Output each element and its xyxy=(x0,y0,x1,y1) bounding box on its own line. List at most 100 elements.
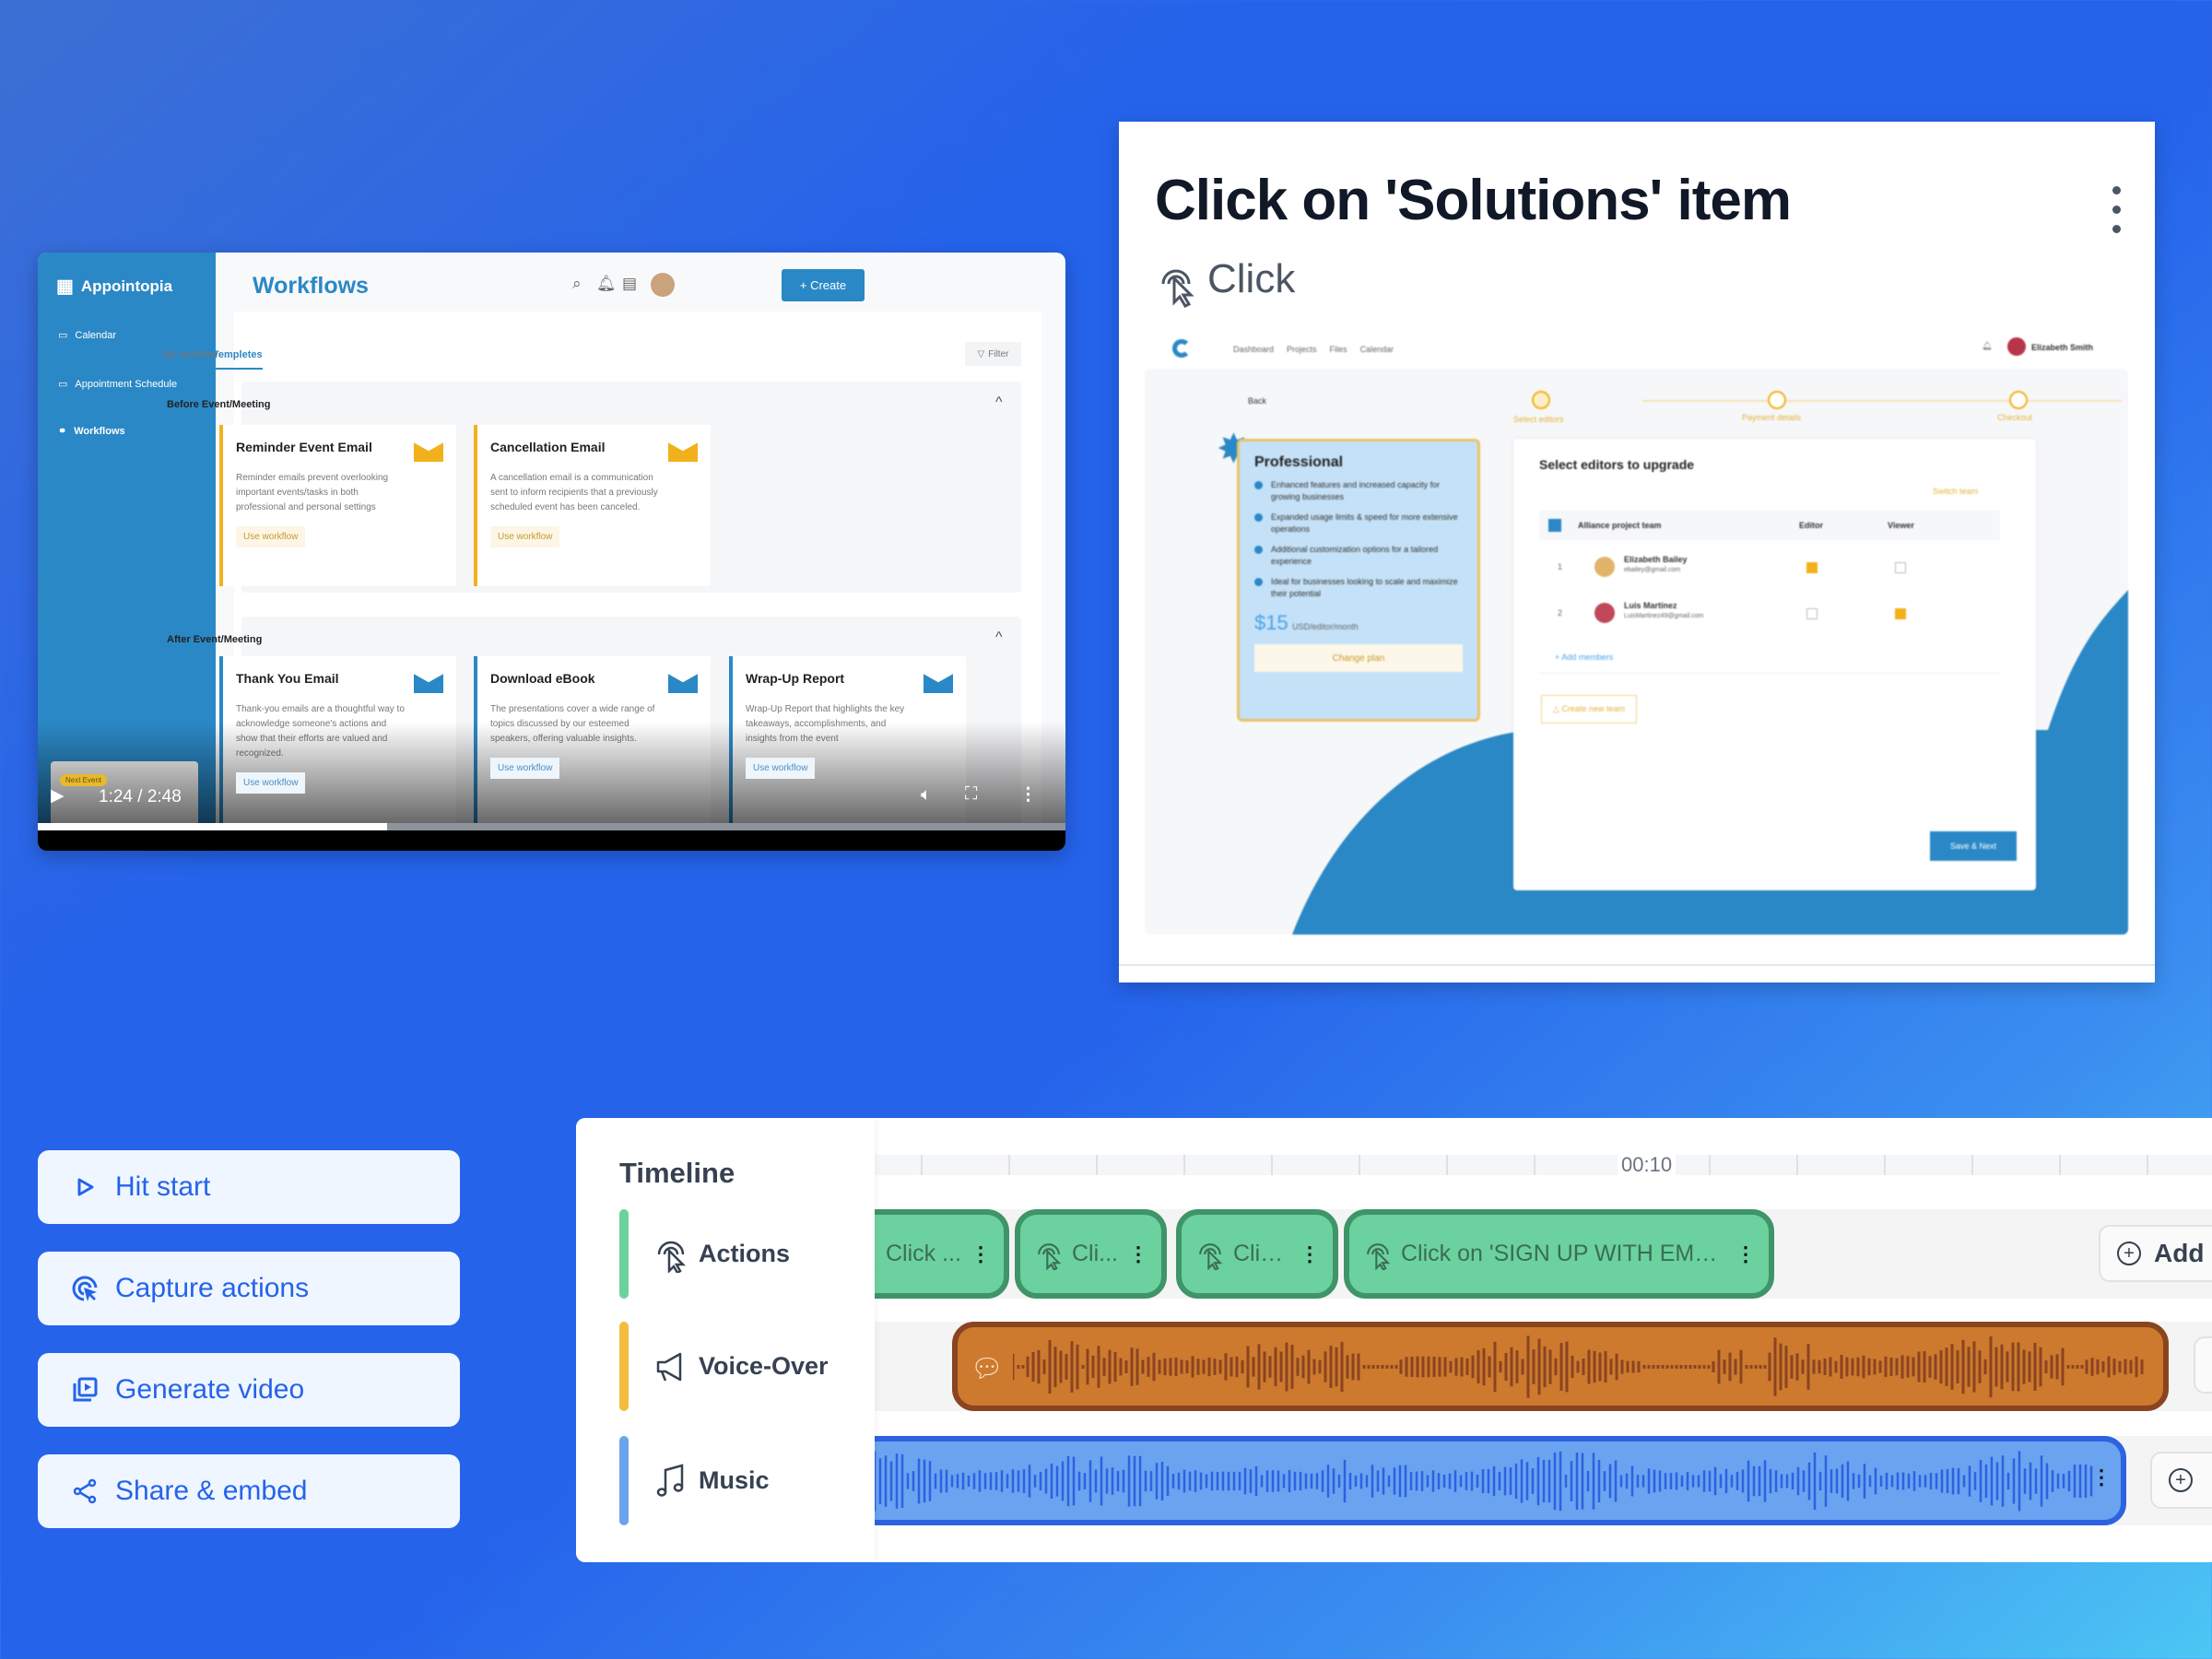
tab-my-workflow[interactable]: My workflow xyxy=(162,349,218,360)
plan-price: $15 xyxy=(1254,611,1288,634)
add-music-button[interactable]: + xyxy=(2150,1452,2212,1509)
template-card[interactable]: Thank You Email Thank-you emails are a th… xyxy=(219,656,456,841)
template-card[interactable]: Download eBook The presentations cover a … xyxy=(474,656,711,841)
action-clip[interactable]: Click on 'SIGN UP WITH EMAIL... ⋮ xyxy=(1344,1209,1774,1299)
clip-label: Cli... xyxy=(1072,1241,1118,1266)
sidebar-item-appointment-schedule[interactable]: ▭ Appointment Schedule xyxy=(58,378,177,391)
bell-icon[interactable]: 🔔︎ xyxy=(596,275,617,293)
click-icon xyxy=(1367,1242,1391,1270)
ruler-tick xyxy=(1709,1155,1711,1175)
voice-over-clip[interactable]: 💬︎ xyxy=(952,1322,2169,1411)
use-workflow-button[interactable]: Use workflow xyxy=(236,526,306,547)
ruler-tick xyxy=(1446,1155,1448,1175)
sidebar-item-calendar[interactable]: ▭ Calendar xyxy=(58,329,117,342)
ruler-tick xyxy=(1271,1155,1273,1175)
use-workflow-button[interactable]: Use workflow xyxy=(490,758,560,779)
template-card[interactable]: Reminder Event Email Reminder emails prev… xyxy=(219,425,456,586)
clip-menu-icon[interactable]: ⋮ xyxy=(2091,1465,2112,1489)
create-button[interactable]: + Create xyxy=(782,269,865,301)
track-voice-over: Voice-Over xyxy=(619,1322,829,1411)
plan-feature: Ideal for businesses looking to scale an… xyxy=(1254,576,1463,600)
megaphone-icon xyxy=(656,1352,682,1381)
calendar-icon: ▭ xyxy=(58,330,68,341)
avatar[interactable] xyxy=(651,273,675,297)
plan-feature: Additional customization options for a t… xyxy=(1254,544,1463,568)
sidebar-item-workflows[interactable]: ⚭ Workflows xyxy=(58,425,125,438)
viewer-checkbox xyxy=(1895,608,1906,619)
filter-icon: ▽ xyxy=(977,348,985,359)
clip-label: Clic... xyxy=(1233,1241,1290,1266)
plus-circle-icon: + xyxy=(2169,1468,2193,1492)
page-background: Back Select editors Payment details Chec… xyxy=(1145,369,2128,935)
plus-circle-icon: + xyxy=(2117,1241,2141,1265)
filter-button[interactable]: ▽ Filter xyxy=(965,342,1021,366)
section-title: After Event/Meeting xyxy=(167,634,263,645)
template-card[interactable]: Wrap-Up Report Wrap-Up Report that highli… xyxy=(729,656,966,841)
clip-menu-icon[interactable]: ⋮ xyxy=(1735,1242,1756,1266)
play-icon[interactable]: ▶ xyxy=(51,785,65,806)
chat-icon[interactable]: ▤ xyxy=(622,275,637,293)
app-name: Appointopia xyxy=(80,276,173,295)
generate-video-button[interactable]: Generate video xyxy=(38,1353,460,1427)
column-header: Viewer xyxy=(1888,521,1914,530)
page-title: Workflows xyxy=(253,273,369,299)
clip-menu-icon[interactable]: ⋮ xyxy=(1128,1242,1148,1266)
card-title: Thank You Email xyxy=(236,671,339,686)
capture-actions-button[interactable]: Capture actions xyxy=(38,1252,460,1325)
tab-templates[interactable]: Templetes xyxy=(213,349,263,370)
fullscreen-icon[interactable]: ⛶ xyxy=(965,784,977,805)
progress-bar[interactable] xyxy=(38,823,1065,830)
track-color-bar xyxy=(619,1209,629,1299)
time-ruler[interactable] xyxy=(875,1155,2212,1175)
speech-bubble-icon: 💬︎ xyxy=(971,1354,1004,1382)
ruler-tick xyxy=(1534,1155,1535,1175)
volume-icon[interactable]: 🔈︎ xyxy=(921,785,931,806)
search-icon[interactable]: ⌕ xyxy=(572,275,582,293)
template-card[interactable]: Cancellation Email A cancellation email i… xyxy=(474,425,711,586)
track-label: Actions xyxy=(699,1240,791,1267)
action-clip[interactable]: Clic... ⋮ xyxy=(1176,1209,1338,1299)
play-icon xyxy=(77,1178,94,1196)
user-name: Elizabeth Smith xyxy=(2031,343,2094,352)
use-workflow-button[interactable]: Use workflow xyxy=(236,772,306,794)
more-options-icon[interactable]: ⋮ xyxy=(1019,784,1037,806)
track-music: Music xyxy=(619,1436,770,1525)
click-icon xyxy=(1161,269,1194,308)
more-options-icon[interactable] xyxy=(2112,186,2121,233)
chevron-up-icon[interactable]: ^ xyxy=(995,629,1003,646)
member-email: ebailey@gmail.com xyxy=(1624,567,1681,573)
step-label: Payment details xyxy=(1742,413,1802,422)
top-nav: Dashboard Projects Files Calendar xyxy=(1233,345,1394,354)
share-embed-button[interactable]: Share & embed xyxy=(38,1454,460,1528)
action-clip[interactable]: Cli... ⋮ xyxy=(1015,1209,1167,1299)
video-library-icon xyxy=(73,1377,98,1402)
card-title: Reminder Event Email xyxy=(236,440,372,454)
schedule-icon: ▭ xyxy=(58,379,68,390)
use-workflow-button[interactable]: Use workflow xyxy=(490,526,560,547)
button-label: Share & embed xyxy=(115,1476,308,1506)
member-name: Elizabeth Bailey xyxy=(1624,555,1688,564)
add-action-button[interactable]: + Add xyxy=(2099,1225,2212,1282)
clip-label: Click ... xyxy=(886,1241,961,1266)
nav-link: Dashboard xyxy=(1233,345,1275,354)
clip-menu-icon[interactable]: ⋮ xyxy=(971,1242,991,1266)
video-player[interactable]: ▦ Appointopia ▭ Calendar ▭ Appointment Sche… xyxy=(38,253,1065,851)
sidebar-label: Calendar xyxy=(75,329,117,341)
voice-waveform xyxy=(1013,1335,2144,1398)
use-workflow-button[interactable]: Use workflow xyxy=(746,758,816,779)
hit-start-button[interactable]: Hit start xyxy=(38,1150,460,1224)
editor-checkbox xyxy=(1806,562,1818,573)
add-voice-button[interactable] xyxy=(2194,1336,2212,1394)
avatar xyxy=(1594,603,1615,623)
share-icon xyxy=(73,1478,97,1504)
editors-panel: Select editors to upgrade Switch team Al… xyxy=(1513,439,2036,890)
column-header: Alliance project team xyxy=(1578,521,1662,530)
add-members-link: + Add members xyxy=(1555,653,1614,662)
clip-menu-icon[interactable]: ⋮ xyxy=(1300,1242,1320,1266)
step-dot xyxy=(1768,391,1786,409)
chevron-up-icon[interactable]: ^ xyxy=(995,394,1003,411)
nav-link: Calendar xyxy=(1359,345,1394,354)
next-event-badge: Next Event xyxy=(60,774,108,786)
track-color-bar xyxy=(619,1436,629,1525)
change-plan-button: Change plan xyxy=(1254,644,1463,672)
